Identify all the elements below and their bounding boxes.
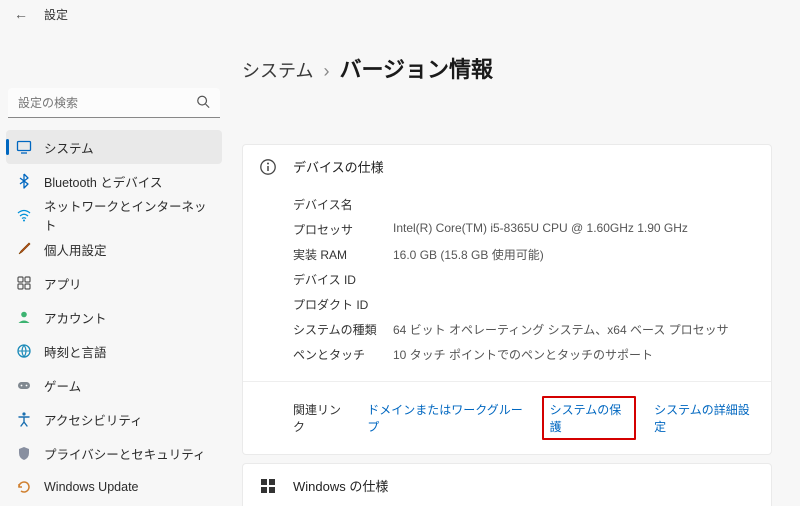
sidebar-item-label: Bluetooth とデバイス xyxy=(44,172,162,191)
breadcrumb-separator: › xyxy=(323,61,329,82)
search-input[interactable] xyxy=(8,88,220,118)
brush-icon xyxy=(16,241,32,257)
sidebar-item-label: Windows Update xyxy=(44,480,139,494)
sidebar-item-label: アカウント xyxy=(44,308,107,327)
sidebar-item-label: プライバシーとセキュリティ xyxy=(44,444,206,463)
spec-value: Intel(R) Core(TM) i5-8365U CPU @ 1.60GHz… xyxy=(393,221,688,238)
sidebar-item-accessibility[interactable]: アクセシビリティ xyxy=(6,402,222,436)
spec-row: ペンとタッチ10 タッチ ポイントでのペンとタッチのサポート xyxy=(293,342,755,367)
info-icon xyxy=(259,158,277,176)
update-icon xyxy=(16,479,32,495)
device-specs-body: デバイス名 プロセッサIntel(R) Core(TM) i5-8365U CP… xyxy=(243,188,771,381)
spec-value: 10 タッチ ポイントでのペンとタッチのサポート xyxy=(393,346,653,363)
search-box[interactable] xyxy=(8,88,220,118)
windows-specs-card: Windows の仕様 エディションWindows 11 Pro バージョン21… xyxy=(242,463,772,506)
apps-icon xyxy=(16,275,32,291)
gaming-icon xyxy=(16,377,32,393)
sidebar-item-accounts[interactable]: アカウント xyxy=(6,300,222,334)
spec-label: デバイス名 xyxy=(293,196,393,213)
sidebar-item-gaming[interactable]: ゲーム xyxy=(6,368,222,402)
system-icon xyxy=(16,139,32,155)
link-domain-workgroup[interactable]: ドメインまたはワークグループ xyxy=(367,401,523,435)
titlebar-label: 設定 xyxy=(44,6,68,23)
spec-value: 64 ビット オペレーティング システム、x64 ベース プロセッサ xyxy=(393,321,729,338)
globe-icon xyxy=(16,343,32,359)
wifi-icon xyxy=(16,207,32,223)
spec-row: デバイス ID xyxy=(293,267,755,292)
breadcrumb-parent[interactable]: システム xyxy=(242,57,313,83)
spec-row: プロダクト ID xyxy=(293,292,755,317)
sidebar-item-time-language[interactable]: 時刻と言語 xyxy=(6,334,222,368)
sidebar-item-network[interactable]: ネットワークとインターネット xyxy=(6,198,222,232)
sidebar-item-label: アクセシビリティ xyxy=(44,410,143,429)
sidebar-item-personalization[interactable]: 個人用設定 xyxy=(6,232,222,266)
titlebar: ← 設定 xyxy=(0,0,800,28)
windows-specs-header[interactable]: Windows の仕様 xyxy=(243,464,771,506)
spec-label: システムの種類 xyxy=(293,321,393,338)
shield-icon xyxy=(16,445,32,461)
sidebar-item-label: ゲーム xyxy=(44,376,81,395)
related-links-row: 関連リンク ドメインまたはワークグループ システムの保護 システムの詳細設定 xyxy=(243,381,771,454)
profile-block xyxy=(0,38,228,88)
spec-label: 実装 RAM xyxy=(293,246,393,263)
back-button[interactable]: ← xyxy=(14,6,28,22)
spec-row: 実装 RAM16.0 GB (15.8 GB 使用可能) xyxy=(293,242,755,267)
sidebar-item-privacy[interactable]: プライバシーとセキュリティ xyxy=(6,436,222,470)
windows-logo-icon xyxy=(259,477,277,495)
device-specs-card: デバイスの仕様 デバイス名 プロセッサIntel(R) Core(TM) i5-… xyxy=(242,144,772,455)
sidebar-item-label: アプリ xyxy=(44,274,82,293)
windows-specs-title: Windows の仕様 xyxy=(293,476,388,495)
link-system-protection[interactable]: システムの保護 xyxy=(542,396,636,440)
sidebar-item-label: 時刻と言語 xyxy=(44,342,107,361)
spec-row: システムの種類64 ビット オペレーティング システム、x64 ベース プロセッ… xyxy=(293,317,755,342)
page-title: バージョン情報 xyxy=(339,52,493,84)
sidebar-item-label: ネットワークとインターネット xyxy=(44,196,214,234)
sidebar-item-label: 個人用設定 xyxy=(44,240,107,259)
sidebar-item-bluetooth[interactable]: Bluetooth とデバイス xyxy=(6,164,222,198)
spec-value: 16.0 GB (15.8 GB 使用可能) xyxy=(393,246,544,263)
account-icon xyxy=(16,309,32,325)
breadcrumb: システム › バージョン情報 xyxy=(242,52,772,84)
related-links-label: 関連リンク xyxy=(293,401,349,435)
sidebar-item-apps[interactable]: アプリ xyxy=(6,266,222,300)
accessibility-icon xyxy=(16,411,32,427)
sidebar-item-system[interactable]: システム xyxy=(6,130,222,164)
sidebar: システム Bluetooth とデバイス ネットワークとインターネット 個人用設… xyxy=(0,28,228,506)
spec-label: プロダクト ID xyxy=(293,296,393,313)
sidebar-item-label: システム xyxy=(44,138,94,157)
spec-label: ペンとタッチ xyxy=(293,346,393,363)
search-icon xyxy=(196,95,210,112)
device-specs-title: デバイスの仕様 xyxy=(293,157,384,176)
spec-row: デバイス名 xyxy=(293,192,755,217)
spec-row: プロセッサIntel(R) Core(TM) i5-8365U CPU @ 1.… xyxy=(293,217,755,242)
spec-label: プロセッサ xyxy=(293,221,393,238)
sidebar-item-windows-update[interactable]: Windows Update xyxy=(6,470,222,504)
content: システム › バージョン情報 デバイスの仕様 デバイス名 プロセッサIntel(… xyxy=(228,28,800,506)
spec-label: デバイス ID xyxy=(293,271,393,288)
bluetooth-icon xyxy=(16,173,32,189)
device-specs-header[interactable]: デバイスの仕様 xyxy=(243,145,771,188)
device-rename-block xyxy=(242,104,772,136)
link-advanced-system-settings[interactable]: システムの詳細設定 xyxy=(654,401,755,435)
